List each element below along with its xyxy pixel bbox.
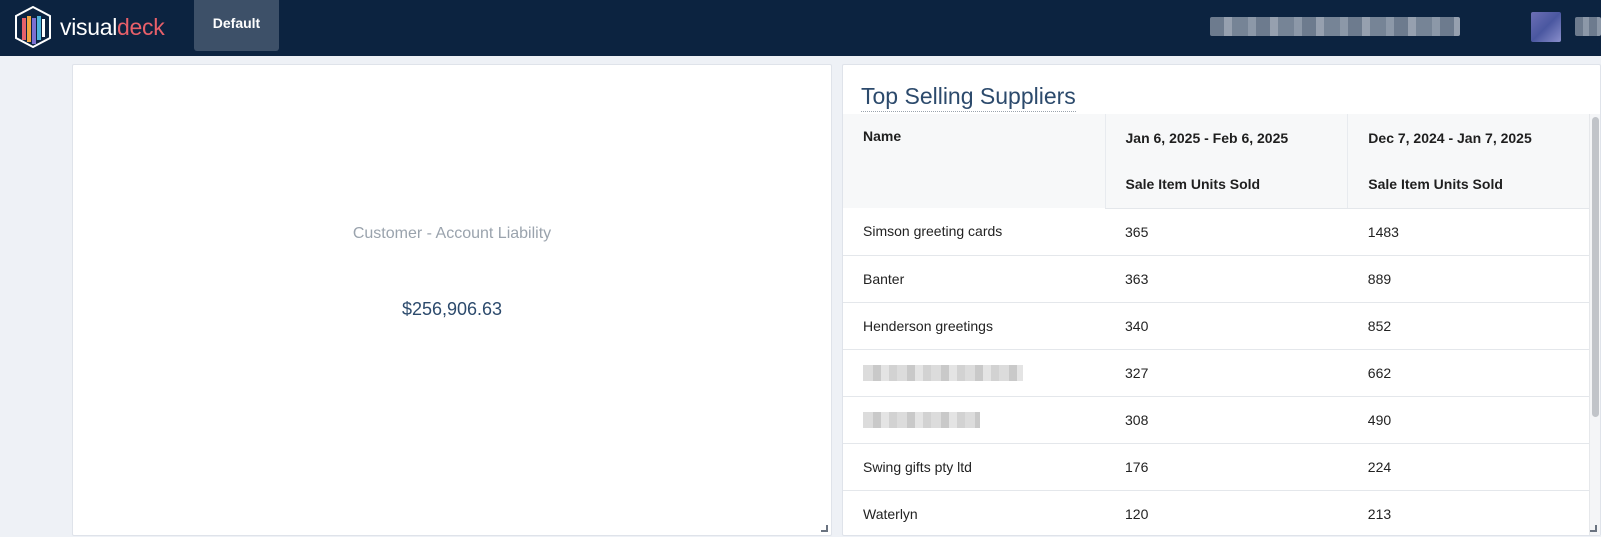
supplier-name: Swing gifts pty ltd [843, 443, 1105, 491]
kpi-value: $256,906.63 [401, 299, 503, 319]
account-name-redacted[interactable] [1210, 17, 1460, 36]
units-period-a: 340 [1105, 302, 1348, 350]
table-row: Banter 363 889 [843, 255, 1591, 303]
kpi-widget-account-liability: Customer - Account Liability $256,906.63 [72, 64, 832, 536]
supplier-name-redacted [843, 349, 1105, 397]
units-period-b: 852 [1347, 302, 1591, 350]
supplier-name-redacted [843, 396, 1105, 444]
resize-handle-icon[interactable] [1590, 525, 1597, 532]
table-row: Henderson greetings 340 852 [843, 302, 1591, 350]
supplier-name: Henderson greetings [843, 302, 1105, 350]
table-row: 327 662 [843, 349, 1591, 397]
units-period-a: 176 [1105, 443, 1348, 491]
logo-wordmark: visualdeck [60, 13, 165, 40]
units-period-a: 120 [1105, 490, 1348, 535]
cube-logo-icon [15, 6, 51, 48]
table-row: Simson greeting cards 365 1483 [843, 208, 1591, 256]
widget-title[interactable]: Top Selling Suppliers [861, 83, 1076, 112]
account-menu-redacted[interactable] [1575, 17, 1601, 36]
supplier-name: Waterlyn [843, 490, 1105, 535]
units-period-b: 662 [1347, 349, 1591, 397]
table-scrollbar[interactable] [1589, 114, 1600, 535]
units-period-b: 1483 [1347, 208, 1591, 256]
units-period-b: 889 [1347, 255, 1591, 303]
suppliers-table-container: Name Jan 6, 2025 - Feb 6, 2025 Dec 7, 20… [843, 114, 1591, 535]
redacted-text [863, 412, 980, 429]
supplier-name: Banter [843, 255, 1105, 303]
resize-handle-icon[interactable] [821, 525, 828, 532]
top-selling-suppliers-widget: Top Selling Suppliers Name Jan 6, 2025 -… [842, 64, 1601, 536]
units-period-b: 490 [1347, 396, 1591, 444]
units-period-a: 365 [1105, 208, 1348, 256]
column-header-period-a[interactable]: Jan 6, 2025 - Feb 6, 2025 [1104, 114, 1348, 161]
column-header-metric-b[interactable]: Sale Item Units Sold [1347, 161, 1591, 209]
units-period-a: 308 [1105, 396, 1348, 444]
supplier-name: Simson greeting cards [843, 208, 1105, 256]
column-header-metric-a[interactable]: Sale Item Units Sold [1104, 161, 1348, 209]
table-row: 308 490 [843, 396, 1591, 444]
avatar[interactable] [1531, 12, 1561, 42]
units-period-b: 213 [1347, 490, 1591, 535]
units-period-b: 224 [1347, 443, 1591, 491]
table-row: Waterlyn 120 213 [843, 490, 1591, 535]
units-period-a: 327 [1105, 349, 1348, 397]
redacted-text [863, 365, 1023, 382]
top-navigation-bar: visualdeck Default [0, 0, 1601, 56]
suppliers-table: Name Jan 6, 2025 - Feb 6, 2025 Dec 7, 20… [843, 114, 1591, 535]
kpi-label: Customer - Account Liability [352, 225, 552, 242]
column-header-name[interactable]: Name [843, 114, 1105, 208]
units-period-a: 363 [1105, 255, 1348, 303]
table-row: Swing gifts pty ltd 176 224 [843, 443, 1591, 491]
scrollbar-thumb[interactable] [1592, 117, 1599, 417]
tab-default[interactable]: Default [194, 0, 279, 51]
visualdeck-logo[interactable]: visualdeck [14, 6, 165, 48]
column-header-period-b[interactable]: Dec 7, 2024 - Jan 7, 2025 [1347, 114, 1591, 161]
